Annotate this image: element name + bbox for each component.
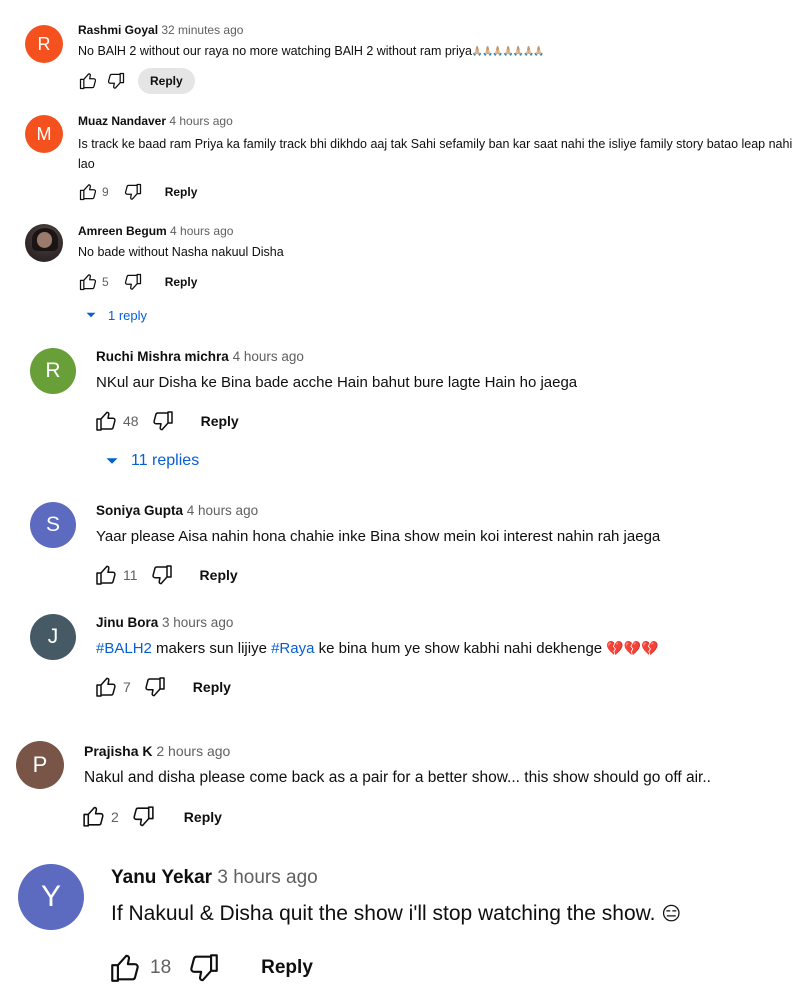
comment-header: Amreen Begum 4 hours ago: [78, 224, 233, 238]
comment-timestamp[interactable]: 3 hours ago: [217, 867, 317, 888]
like-count: 11: [123, 567, 138, 583]
like-count: 9: [102, 185, 109, 199]
comment-header: Prajisha K 2 hours ago: [84, 743, 230, 759]
reply-button[interactable]: Reply: [200, 567, 238, 583]
thumbs-up-icon[interactable]: [78, 71, 98, 91]
thumbs-down-icon[interactable]: [106, 71, 126, 91]
author-name[interactable]: Rashmi Goyal: [78, 23, 158, 37]
comment-actions: 18 Reply: [108, 951, 313, 985]
comment-actions: 5 Reply: [78, 272, 197, 292]
thumbs-up-icon[interactable]: [94, 409, 118, 433]
comment-header: Jinu Bora 3 hours ago: [96, 615, 233, 630]
comment-timestamp[interactable]: 2 hours ago: [156, 743, 230, 759]
reply-button[interactable]: Reply: [261, 957, 313, 979]
thumbs-down-icon[interactable]: [131, 804, 156, 829]
comment-text: NKul aur Disha ke Bina bade acche Hain b…: [96, 374, 578, 391]
avatar[interactable]: R: [25, 25, 63, 63]
comment-actions: 9 Reply: [78, 182, 197, 202]
like-count: 2: [111, 808, 119, 825]
author-name[interactable]: Muaz Nandaver: [78, 114, 166, 128]
like-count: 48: [123, 413, 139, 429]
expressionless-face-emoji: 😑: [661, 904, 682, 925]
hashtag-link[interactable]: #BALH2: [96, 640, 152, 657]
thumbs-down-icon[interactable]: [123, 182, 143, 202]
comment-header: Soniya Gupta 4 hours ago: [96, 503, 258, 518]
comment-actions: 7 Reply: [94, 675, 231, 699]
reply-button[interactable]: Reply: [165, 275, 198, 289]
thumbs-up-icon[interactable]: [94, 563, 118, 587]
reply-button[interactable]: Reply: [184, 809, 222, 825]
avatar[interactable]: S: [30, 502, 76, 548]
avatar[interactable]: R: [30, 348, 76, 394]
thumbs-up-icon[interactable]: [108, 951, 142, 985]
avatar[interactable]: M: [25, 115, 63, 153]
comment-timestamp[interactable]: 4 hours ago: [233, 349, 304, 364]
comment-actions: 48 Reply: [94, 409, 239, 433]
comment-header: Ruchi Mishra michra 4 hours ago: [96, 349, 304, 364]
thumbs-down-icon[interactable]: [150, 563, 174, 587]
thumbs-down-icon[interactable]: [123, 272, 143, 292]
author-name[interactable]: Prajisha K: [84, 743, 152, 759]
comment-actions: 11 Reply: [94, 563, 238, 587]
comment-actions: 2 Reply: [81, 804, 222, 829]
like-count: 7: [123, 679, 131, 695]
author-name[interactable]: Soniya Gupta: [96, 503, 183, 518]
reply-button[interactable]: Reply: [193, 679, 231, 695]
hashtag-link[interactable]: #Raya: [271, 640, 314, 657]
author-name[interactable]: Yanu Yekar: [111, 867, 212, 888]
comment-header: Muaz Nandaver 4 hours ago: [78, 114, 233, 128]
comment-text: If Nakuul & Disha quit the show i'll sto…: [111, 902, 682, 925]
author-name[interactable]: Ruchi Mishra michra: [96, 349, 229, 364]
thumbs-up-icon[interactable]: [78, 272, 98, 292]
thumbs-up-icon[interactable]: [78, 182, 98, 202]
like-count: 18: [150, 957, 172, 978]
caret-down-icon: [82, 306, 100, 324]
thumbs-up-icon[interactable]: [94, 675, 118, 699]
avatar[interactable]: J: [30, 614, 76, 660]
reply-button[interactable]: Reply: [201, 413, 239, 429]
thumbs-down-icon[interactable]: [187, 951, 221, 985]
thumbs-down-icon[interactable]: [151, 409, 175, 433]
comment-timestamp[interactable]: 32 minutes ago: [161, 23, 243, 37]
thumbs-down-icon[interactable]: [143, 675, 167, 699]
comment-text: No BAlH 2 without our raya no more watch…: [78, 44, 544, 58]
folded-hands-emoji: 🙏🏼🙏🏼🙏🏼🙏🏼🙏🏼🙏🏼🙏🏼: [471, 46, 544, 57]
caret-down-icon: [101, 450, 123, 472]
avatar[interactable]: P: [16, 741, 64, 789]
comment-text: Is track ke baad ram Priya ka family tra…: [78, 137, 793, 171]
like-count: 5: [102, 275, 109, 289]
comment-text: Yaar please Aisa nahin hona chahie inke …: [96, 528, 661, 545]
comment-timestamp[interactable]: 3 hours ago: [162, 615, 233, 630]
author-name[interactable]: Amreen Begum: [78, 224, 167, 238]
comment-text: #BALH2 makers sun lijiye #Raya ke bina h…: [96, 640, 659, 657]
reply-button[interactable]: Reply: [138, 68, 195, 94]
comment-text: Nakul and disha please come back as a pa…: [84, 769, 711, 786]
view-replies-button[interactable]: 1 reply: [82, 306, 147, 324]
view-replies-button[interactable]: 11 replies: [101, 450, 199, 472]
comment-header: Yanu Yekar 3 hours ago: [111, 867, 318, 889]
comment-text: No bade without Nasha nakuul Disha: [78, 245, 284, 259]
broken-heart-emoji: 💔💔💔: [606, 640, 659, 656]
reply-button[interactable]: Reply: [165, 185, 198, 199]
comment-actions: Reply: [78, 68, 195, 94]
comment-timestamp[interactable]: 4 hours ago: [169, 114, 232, 128]
avatar[interactable]: Y: [18, 864, 84, 930]
avatar[interactable]: [25, 224, 63, 262]
comment-timestamp[interactable]: 4 hours ago: [170, 224, 233, 238]
author-name[interactable]: Jinu Bora: [96, 615, 158, 630]
thumbs-up-icon[interactable]: [81, 804, 106, 829]
comment-timestamp[interactable]: 4 hours ago: [187, 503, 258, 518]
comment-header: Rashmi Goyal 32 minutes ago: [78, 23, 243, 37]
